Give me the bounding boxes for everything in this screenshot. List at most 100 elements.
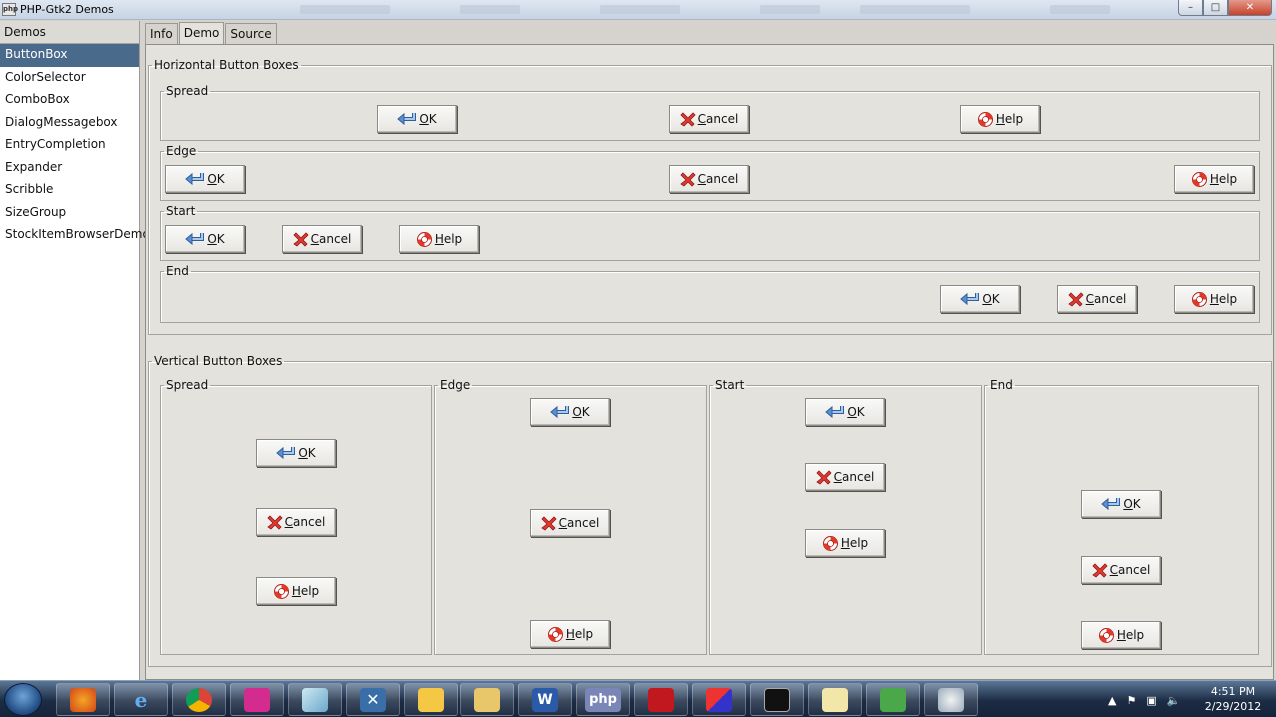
vertical-end-label: End: [990, 378, 1013, 392]
help-button[interactable]: Help: [1081, 621, 1161, 649]
taskbar-clock[interactable]: 4:51 PM 2/29/2012: [1198, 684, 1268, 714]
horizontal-edge-label: Edge: [166, 144, 197, 158]
cancel-button[interactable]: Cancel: [805, 463, 885, 491]
ok-button[interactable]: OK: [165, 165, 245, 193]
button-label: Help: [565, 627, 594, 641]
taskbar-app-word[interactable]: W: [518, 683, 572, 716]
taskbar-app-paint[interactable]: [924, 683, 978, 716]
button-label: OK: [419, 112, 437, 126]
ok-arrow-icon: [185, 231, 207, 247]
background-window-title: [1050, 5, 1110, 14]
background-window-title: [860, 5, 970, 14]
help-button[interactable]: Help: [1174, 165, 1254, 193]
cancel-button[interactable]: Cancel: [669, 165, 749, 193]
network-tray-icon[interactable]: ▣: [1146, 694, 1156, 707]
cancel-x-icon: [679, 171, 698, 187]
ok-arrow-icon: [960, 291, 982, 307]
cancel-x-icon: [815, 469, 834, 485]
taskbar-app-x[interactable]: ✕: [346, 683, 400, 716]
list-item-scribble[interactable]: Scribble: [0, 179, 139, 202]
start-button[interactable]: [4, 683, 42, 716]
close-button[interactable]: ✕: [1228, 0, 1272, 16]
cancel-x-icon: [292, 231, 311, 247]
paint-icon: [938, 687, 964, 712]
ok-arrow-icon: [185, 171, 207, 187]
clock-date: 2/29/2012: [1204, 700, 1262, 713]
list-item-sizegroup[interactable]: SizeGroup: [0, 202, 139, 225]
horizontal-spread-label: Spread: [166, 84, 209, 98]
help-button[interactable]: Help: [960, 105, 1040, 133]
demo-list-header[interactable]: Demos: [0, 21, 139, 44]
internet-explorer-icon: e: [134, 687, 148, 712]
volume-icon[interactable]: 🔈: [1167, 694, 1181, 707]
ok-button[interactable]: OK: [165, 225, 245, 253]
cancel-button[interactable]: Cancel: [256, 508, 336, 536]
button-label: OK: [298, 446, 316, 460]
demo-list: Demos ButtonBox ColorSelector ComboBox D…: [0, 21, 150, 680]
action-center-flag-icon[interactable]: ⚑: [1126, 694, 1136, 707]
firefox-icon: [70, 687, 96, 712]
cancel-x-icon: [540, 515, 559, 531]
ok-button[interactable]: OK: [256, 439, 336, 467]
list-item-entrycompletion[interactable]: EntryCompletion: [0, 134, 139, 157]
ok-button[interactable]: OK: [377, 105, 457, 133]
help-button[interactable]: Help: [530, 620, 610, 648]
help-button[interactable]: Help: [1174, 285, 1254, 313]
list-item-expander[interactable]: Expander: [0, 157, 139, 180]
taskbar-app-pink[interactable]: [230, 683, 284, 716]
help-button[interactable]: Help: [399, 225, 479, 253]
notepad-icon: [822, 687, 848, 712]
button-label: OK: [572, 405, 590, 419]
minimize-button[interactable]: –: [1178, 0, 1203, 16]
button-label: Cancel: [1085, 292, 1127, 306]
list-item-buttonbox[interactable]: ButtonBox: [0, 44, 139, 67]
word-icon: W: [532, 687, 558, 712]
show-hidden-icons-icon[interactable]: ▲: [1108, 694, 1116, 707]
demo-content-area: Horizontal Button Boxes Spread OK Cancel…: [145, 44, 1274, 680]
taskbar-app-terminal[interactable]: [750, 683, 804, 716]
ok-button[interactable]: OK: [805, 398, 885, 426]
taskbar-app-explorer[interactable]: [460, 683, 514, 716]
cancel-button[interactable]: Cancel: [1081, 556, 1161, 584]
help-button[interactable]: Help: [256, 577, 336, 605]
cancel-x-icon: [1091, 562, 1110, 578]
mail-icon: [418, 687, 444, 712]
list-item-combobox[interactable]: ComboBox: [0, 89, 139, 112]
ok-arrow-icon: [825, 404, 847, 420]
background-window-title: [760, 5, 820, 14]
tab-demo[interactable]: Demo: [178, 22, 225, 44]
button-label: Help: [1209, 292, 1238, 306]
taskbar-app-flash[interactable]: [634, 683, 688, 716]
tab-info[interactable]: Info: [145, 23, 178, 44]
maximize-button[interactable]: □: [1203, 0, 1228, 16]
list-item-stockitembrowserdemo[interactable]: StockItemBrowserDemo: [0, 224, 150, 247]
taskbar-app-outlook[interactable]: [404, 683, 458, 716]
taskbar-app-tablet[interactable]: [288, 683, 342, 716]
ok-button[interactable]: OK: [530, 398, 610, 426]
ok-button[interactable]: OK: [940, 285, 1020, 313]
taskbar-app-php[interactable]: php: [576, 683, 630, 716]
cancel-button[interactable]: Cancel: [282, 225, 362, 253]
system-tray: ▲ ⚑ ▣ 🔈: [1108, 685, 1180, 715]
taskbar-app-chrome[interactable]: [172, 683, 226, 716]
cancel-button[interactable]: Cancel: [1057, 285, 1137, 313]
ok-arrow-icon: [1101, 496, 1123, 512]
cancel-button[interactable]: Cancel: [530, 509, 610, 537]
vertical-frame-title: Vertical Button Boxes: [154, 354, 283, 368]
help-lifebuoy-icon: [1191, 171, 1210, 188]
tab-source[interactable]: Source: [225, 23, 277, 44]
help-button[interactable]: Help: [805, 529, 885, 557]
horizontal-frame-title: Horizontal Button Boxes: [154, 58, 299, 72]
vertical-spread-label: Spread: [166, 378, 209, 392]
taskbar-app-ie[interactable]: e: [114, 683, 168, 716]
taskbar-app-firefox[interactable]: [56, 683, 110, 716]
cancel-button[interactable]: Cancel: [669, 105, 749, 133]
taskbar-app-notepad[interactable]: [808, 683, 862, 716]
taskbar-app-network[interactable]: [866, 683, 920, 716]
ok-button[interactable]: OK: [1081, 490, 1161, 518]
list-item-dialogmessagebox[interactable]: DialogMessagebox: [0, 112, 139, 135]
list-item-colorselector[interactable]: ColorSelector: [0, 67, 139, 90]
php-icon: php: [585, 687, 621, 712]
taskbar-app-flag[interactable]: [692, 683, 746, 716]
ok-arrow-icon: [397, 111, 419, 127]
